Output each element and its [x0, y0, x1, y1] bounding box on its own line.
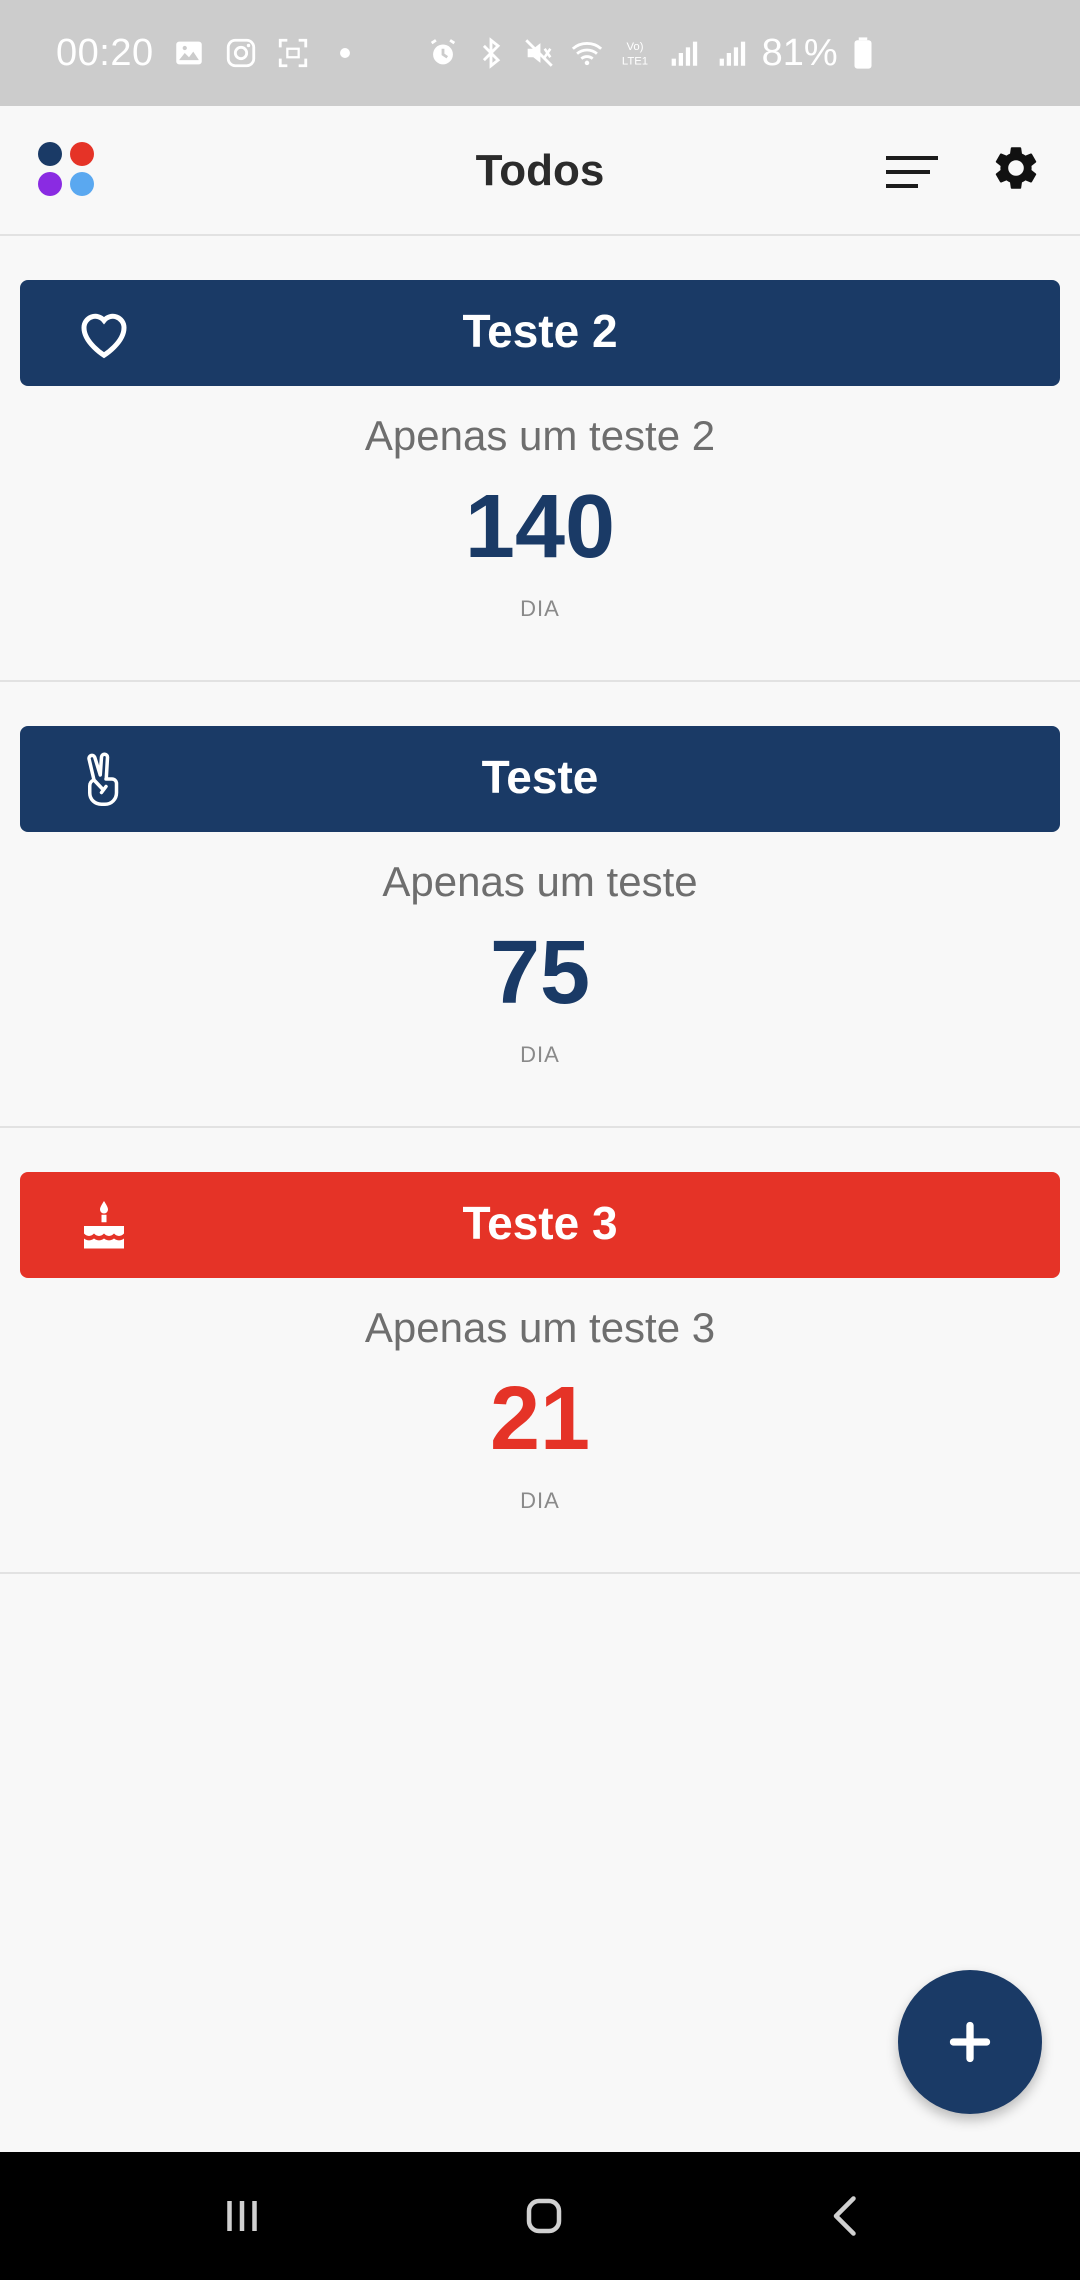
card-title: Teste 2 [462, 305, 618, 357]
sort-button[interactable] [884, 150, 940, 194]
volte-icon: Vo) LTE1 [618, 36, 652, 70]
card-header[interactable]: Teste [20, 726, 1060, 832]
card-description: Apenas um teste 2 [364, 412, 716, 459]
card-count: 75 [489, 923, 591, 1023]
wifi-icon [570, 36, 604, 70]
status-right: Vo) LTE1 81% [426, 32, 874, 75]
image-icon [172, 36, 206, 70]
settings-button[interactable] [990, 142, 1042, 194]
svg-text:Vo): Vo) [626, 41, 643, 53]
card-unit: DIA [520, 1042, 560, 1067]
card-unit: DIA [520, 596, 560, 621]
card-title: Teste 3 [462, 1197, 618, 1249]
bluetooth-icon [474, 36, 508, 70]
instagram-icon [224, 36, 258, 70]
card-title: Teste [481, 751, 599, 803]
card-description: Apenas um teste 3 [364, 1304, 716, 1351]
list-item[interactable]: Teste 2 Apenas um teste 2 140 DIA [0, 236, 1080, 682]
card-count: 140 [464, 477, 616, 577]
card-header[interactable]: Teste 3 [20, 1172, 1060, 1278]
back-button[interactable] [806, 2182, 886, 2250]
status-bar: 00:20 Vo) LTE1 81% [0, 0, 1080, 106]
list-item[interactable]: Teste 3 Apenas um teste 3 21 DIA [0, 1128, 1080, 1574]
svg-text:LTE1: LTE1 [621, 55, 647, 67]
screenshot-icon [276, 36, 310, 70]
signal-icon [666, 36, 700, 70]
add-button[interactable] [898, 1970, 1042, 2114]
gear-icon [995, 147, 1037, 189]
card-count: 21 [489, 1369, 591, 1469]
alarm-icon [426, 36, 460, 70]
card-header[interactable]: Teste 2 [20, 280, 1060, 386]
status-time: 00:20 [56, 31, 154, 74]
home-button[interactable] [504, 2182, 584, 2250]
plus-icon [949, 2021, 991, 2063]
signal-icon [714, 36, 748, 70]
app-bar: Todos [0, 106, 1080, 236]
home-icon [526, 2198, 562, 2234]
sort-icon [886, 156, 938, 188]
system-nav-bar [0, 2152, 1080, 2280]
back-icon [833, 2196, 856, 2236]
card-unit: DIA [520, 1488, 560, 1513]
list-item[interactable]: Teste Apenas um teste 75 DIA [0, 682, 1080, 1128]
status-left: 00:20 [56, 32, 362, 75]
recents-icon [227, 2201, 257, 2231]
dot-icon [328, 36, 362, 70]
battery-percentage: 81% [761, 31, 838, 74]
card-description: Apenas um teste [382, 858, 698, 905]
mute-icon [522, 36, 556, 70]
battery-icon [852, 36, 874, 70]
recents-button[interactable] [202, 2182, 282, 2250]
